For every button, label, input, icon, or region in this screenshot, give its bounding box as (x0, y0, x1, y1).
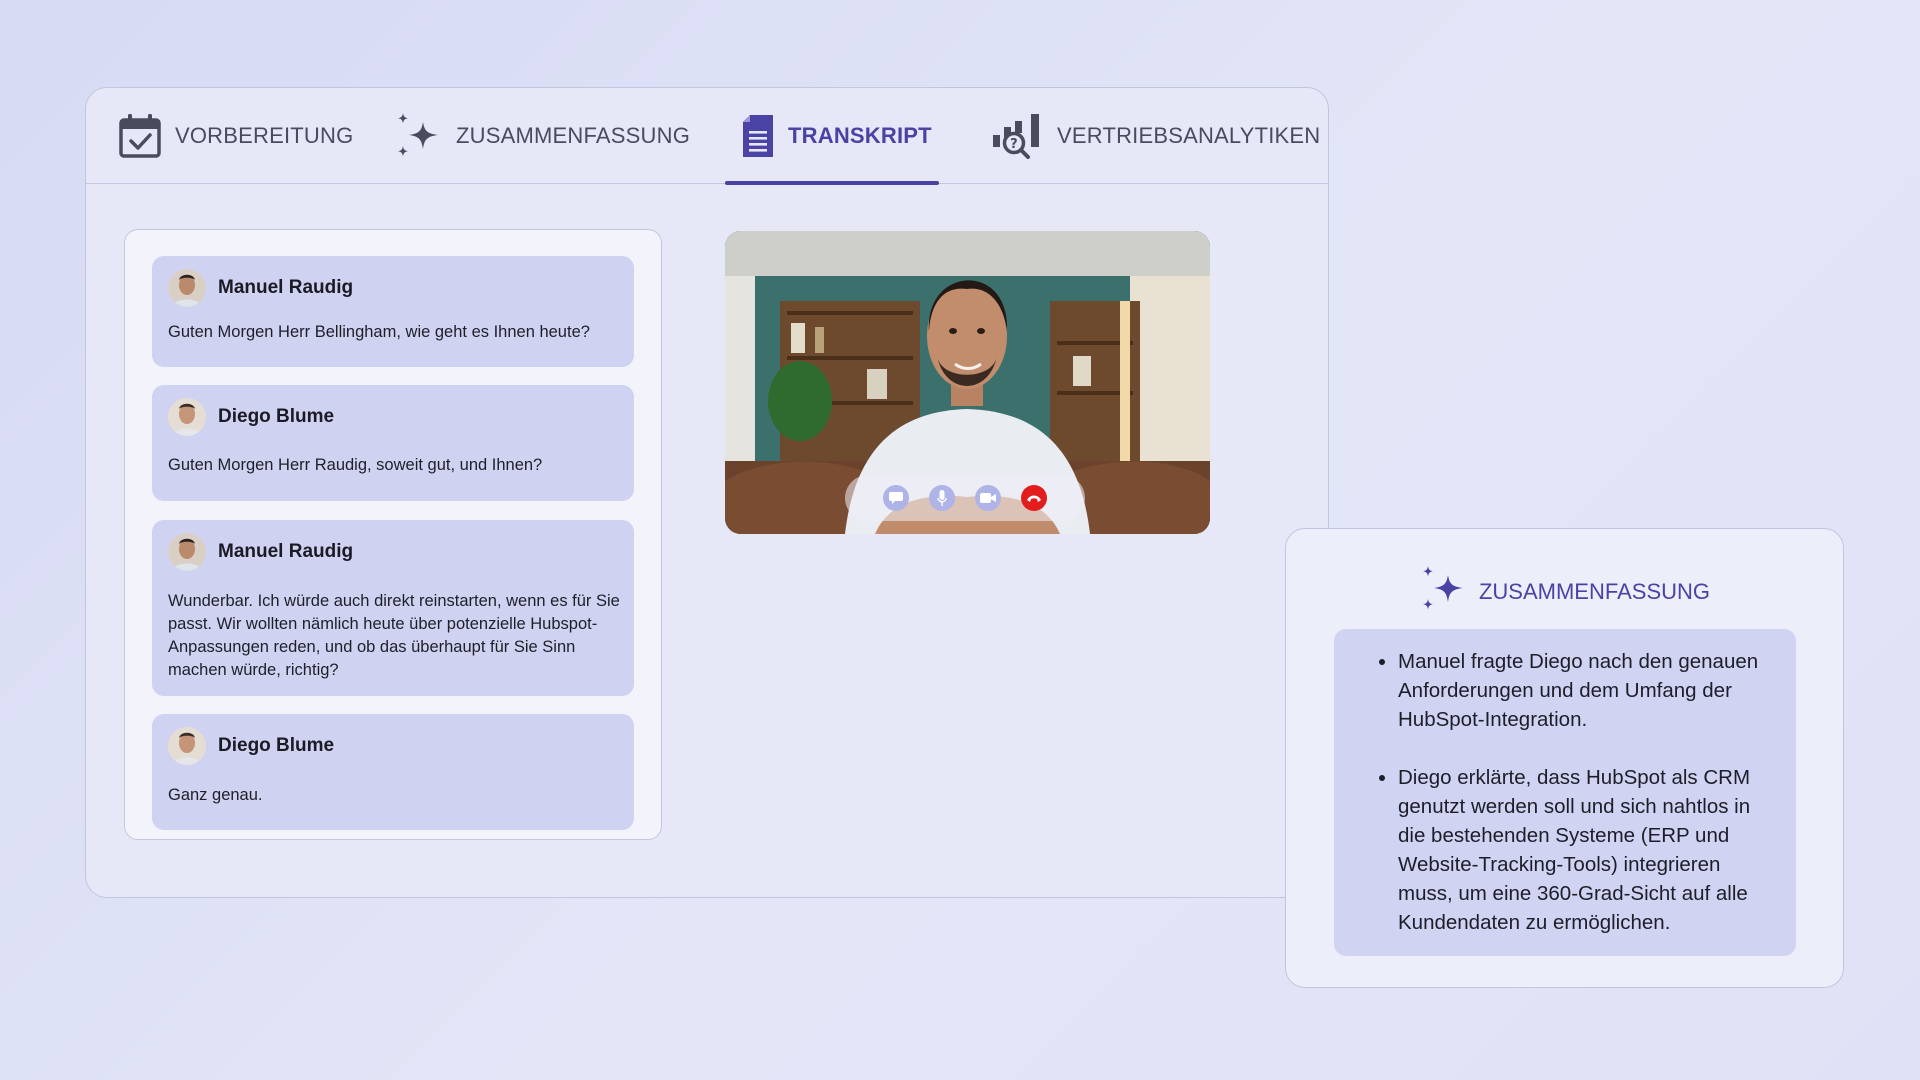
tab-label: ZUSAMMENFASSUNG (456, 122, 691, 148)
microphone-icon[interactable] (929, 485, 955, 511)
active-tab-indicator (725, 181, 939, 185)
call-controls (845, 475, 1085, 521)
transcript-message: Manuel Raudig Wunderbar. Ich würde auch … (152, 520, 634, 696)
tab-zusammenfassung[interactable]: ZUSAMMENFASSUNG (394, 88, 690, 183)
sender-name: Manuel Raudig (218, 277, 354, 298)
tab-vertriebsanalytiken[interactable]: ? VERTRIEBSANALYTIKEN (991, 88, 1320, 183)
message-text: Guten Morgen Herr Bellingham, wie geht e… (168, 323, 590, 341)
summary-content: Manuel fragte Diego nach den genauen Anf… (1334, 629, 1796, 956)
sparkles-icon (394, 112, 442, 160)
camera-icon[interactable] (975, 485, 1001, 511)
transcript-message: Diego Blume Ganz genau. (152, 714, 634, 830)
document-icon (742, 114, 774, 158)
tab-label: TRANSKRIPT (788, 122, 932, 148)
avatar (168, 269, 206, 307)
tab-label: VERTRIEBSANALYTIKEN (1057, 122, 1321, 148)
chat-icon[interactable] (883, 485, 909, 511)
summary-header: ZUSAMMENFASSUNG (1286, 565, 1843, 619)
avatar (168, 398, 206, 436)
analytics-search-icon: ? (991, 113, 1043, 159)
message-text: Wunderbar. Ich würde auch direkt reinsta… (168, 592, 620, 679)
end-call-icon[interactable] (1021, 485, 1047, 511)
tab-vorbereitung[interactable]: VORBEREITUNG (119, 88, 353, 183)
avatar (168, 533, 206, 571)
summary-title: ZUSAMMENFASSUNG (1478, 579, 1711, 604)
summary-card: ZUSAMMENFASSUNG Manuel fragte Diego nach… (1285, 528, 1844, 988)
sender-name: Manuel Raudig (218, 541, 354, 562)
video-call-window[interactable] (725, 231, 1210, 534)
transcript-message: Diego Blume Guten Morgen Herr Raudig, so… (152, 385, 634, 501)
transcript-panel[interactable]: Manuel Raudig Guten Morgen Herr Bellingh… (124, 229, 662, 840)
message-text: Guten Morgen Herr Raudig, soweit gut, un… (168, 456, 543, 474)
summary-bullet: Manuel fragte Diego nach den genauen Anf… (1398, 647, 1770, 734)
avatar (168, 727, 206, 765)
sender-name: Diego Blume (218, 735, 335, 756)
message-text: Ganz genau. (168, 786, 263, 804)
tab-bar: VORBEREITUNG ZUSAMMENFASSUNG TRANSKRIPT … (86, 88, 1328, 185)
tab-label: VORBEREITUNG (175, 122, 354, 148)
svg-text:?: ? (1010, 137, 1018, 152)
main-card: VORBEREITUNG ZUSAMMENFASSUNG TRANSKRIPT … (85, 87, 1329, 898)
sender-name: Diego Blume (218, 406, 335, 427)
sparkles-icon (1419, 565, 1467, 619)
tab-transkript[interactable]: TRANSKRIPT (742, 88, 932, 183)
transcript-message: Manuel Raudig Guten Morgen Herr Bellingh… (152, 256, 634, 367)
summary-bullet: Diego erklärte, dass HubSpot als CRM gen… (1398, 763, 1770, 937)
calendar-check-icon (119, 113, 161, 159)
